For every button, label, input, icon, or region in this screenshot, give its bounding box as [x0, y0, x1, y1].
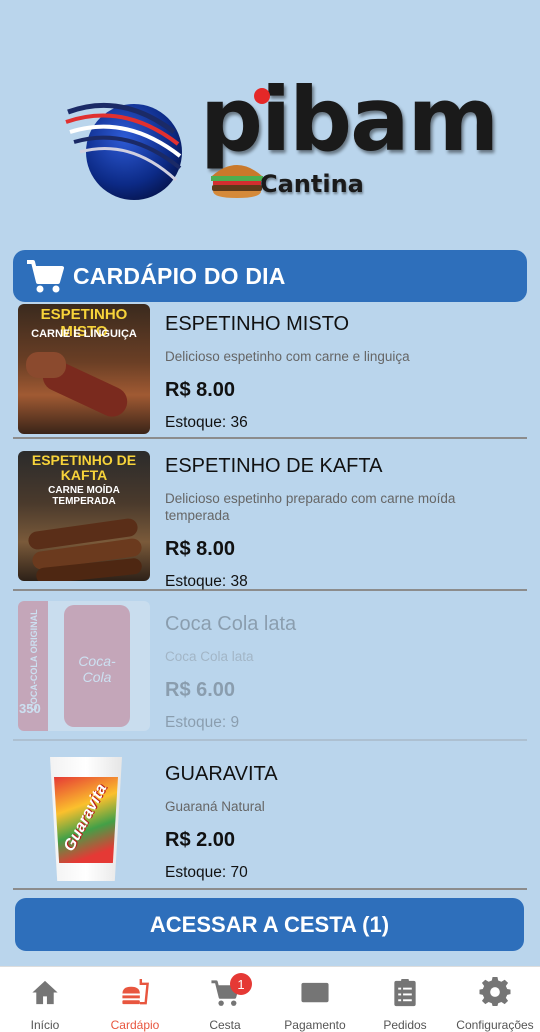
item-stock: Estoque: 70: [165, 864, 248, 881]
logo-subtitle: Cantina: [260, 170, 364, 198]
image-caption: CARNE E LINGUIÇA: [31, 328, 137, 340]
item-stock: Estoque: 36: [165, 414, 248, 431]
item-name: ESPETINHO DE KAFTA: [165, 455, 383, 477]
nav-item-inicio[interactable]: Início: [0, 967, 90, 1032]
nav-item-pedidos[interactable]: Pedidos: [360, 967, 450, 1032]
payment-icon: [301, 982, 329, 1003]
item-price: R$ 8.00: [165, 379, 236, 401]
nav-item-configuracoes[interactable]: Configurações: [450, 967, 540, 1032]
menu-header: CARDÁPIO DO DIA: [13, 250, 527, 302]
item-description: Coca Cola lata: [165, 649, 254, 664]
home-icon: [32, 980, 58, 1005]
cart-count-badge: 1: [230, 973, 252, 995]
item-image: ESPETINHO DE KAFTA CARNE MOÍDA TEMPERADA: [18, 451, 150, 581]
image-caption: CARNE MOÍDA TEMPERADA: [48, 485, 120, 507]
nav-label: Início: [30, 1018, 60, 1032]
gear-icon: [479, 977, 511, 1007]
item-name: ESPETINHO MISTO: [165, 313, 350, 335]
nav-item-cesta[interactable]: 1 Cesta: [180, 967, 270, 1032]
bottom-navigation: Início Cardápio 1 Cesta Pagamento Pedido…: [0, 966, 540, 1032]
item-description: Delicioso espetinho preparado com carne …: [165, 491, 456, 523]
fastfood-icon: [122, 978, 149, 1005]
item-price: R$ 6.00: [165, 679, 236, 701]
logo-word: pibam: [200, 68, 499, 171]
image-caption: 350: [19, 701, 41, 716]
menu-item[interactable]: Guaravita GUARAVITA Guaraná Natural R$ 2…: [13, 741, 527, 890]
nav-label: Cesta: [209, 1018, 241, 1032]
nav-label: Cardápio: [110, 1018, 160, 1032]
item-name: Coca Cola lata: [165, 613, 297, 635]
item-image: ESPETINHO MISTO CARNE E LINGUIÇA: [18, 304, 150, 434]
nav-label: Configurações: [456, 1018, 534, 1032]
item-description: Delicioso espetinho com carne e linguiça: [165, 349, 410, 364]
menu-header-title: CARDÁPIO DO DIA: [73, 262, 286, 289]
image-caption: ESPETINHO DE KAFTA: [31, 452, 137, 483]
menu-item[interactable]: ESPETINHO MISTO CARNE E LINGUIÇA ESPETIN…: [13, 303, 527, 439]
item-stock: Estoque: 38: [165, 573, 248, 590]
shopping-cart-icon: [27, 260, 64, 293]
logo-dot: [254, 88, 270, 104]
globe-logo-icon: [65, 102, 182, 200]
image-caption: Coca-Cola: [78, 653, 116, 685]
access-basket-button[interactable]: ACESSAR A CESTA (1): [15, 898, 524, 951]
item-image: COCA-COLA ORIGINAL 350 Coca-Cola: [18, 601, 150, 731]
nav-item-pagamento[interactable]: Pagamento: [270, 967, 360, 1032]
app-logo: pibam Cantina: [62, 76, 499, 214]
nav-label: Pedidos: [383, 1018, 427, 1032]
item-image: Guaravita: [18, 751, 150, 881]
item-stock: Estoque: 9: [165, 714, 240, 731]
item-price: R$ 2.00: [165, 829, 236, 851]
item-name: GUARAVITA: [165, 763, 278, 785]
nav-label: Pagamento: [284, 1018, 346, 1032]
item-price: R$ 8.00: [165, 538, 236, 560]
menu-item-unavailable: COCA-COLA ORIGINAL 350 Coca-Cola Coca Co…: [13, 591, 527, 741]
clipboard-list-icon: [394, 978, 416, 1007]
menu-item[interactable]: ESPETINHO DE KAFTA CARNE MOÍDA TEMPERADA…: [13, 439, 527, 591]
item-description: Guaraná Natural: [165, 799, 265, 814]
nav-item-cardapio[interactable]: Cardápio: [90, 967, 180, 1032]
burger-icon: [211, 165, 263, 198]
